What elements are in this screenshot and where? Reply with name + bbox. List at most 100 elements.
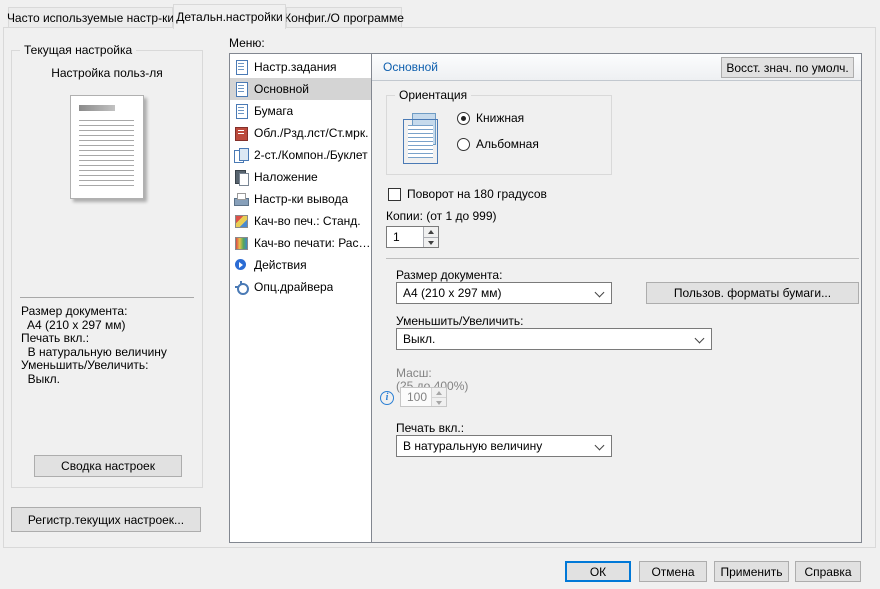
scale-stepper: 100 [400, 387, 447, 407]
menu-item-basic[interactable]: Основной [230, 78, 371, 100]
radio-button-icon[interactable] [457, 112, 470, 125]
checkbox-icon[interactable] [388, 188, 401, 201]
document-size-value: A4 (210 x 297 мм) [397, 286, 591, 300]
current-settings-group-title: Текущая настройка [20, 43, 136, 57]
basic-settings-panel: Основной Восст. знач. по умолч. Ориентац… [372, 54, 861, 542]
document-size-combobox[interactable]: A4 (210 x 297 мм) [396, 282, 612, 304]
cancel-button[interactable]: Отмена [639, 561, 707, 582]
chevron-down-icon[interactable] [591, 283, 611, 303]
settings-summary: Размер документа: A4 (210 x 297 мм) Печа… [21, 305, 198, 386]
print-on-label: Печать вкл.: [396, 421, 464, 435]
orientation-landscape-radio[interactable]: Альбомная [457, 137, 539, 151]
menu-item-label: 2-ст./Компон./Буклет [254, 148, 368, 162]
paper-icon [234, 104, 248, 118]
rotate-180-checkbox-row[interactable]: Поворот на 180 градусов [388, 187, 547, 201]
scale-label: Масш: [396, 366, 432, 380]
actions-icon [234, 258, 248, 272]
tab-frequently-used-settings[interactable]: Часто используемые настр-ки [8, 7, 173, 28]
settings-summary-button[interactable]: Сводка настроек [34, 455, 182, 477]
copies-stepper[interactable]: 1 [386, 226, 439, 248]
duplex-layout-icon [234, 148, 248, 162]
overlay-icon [234, 170, 248, 184]
radio-button-icon[interactable] [457, 138, 470, 151]
orientation-landscape-label: Альбомная [476, 137, 539, 151]
menu-item-label: Действия [254, 258, 307, 272]
scale-value: 100 [401, 388, 431, 406]
panel-title: Основной [383, 54, 438, 80]
menu-item-job-settings[interactable]: Настр.задания [230, 56, 371, 78]
printing-preferences-dialog: Часто используемые настр-ки Детальн.наст… [0, 0, 880, 589]
rotate-180-label: Поворот на 180 градусов [407, 187, 547, 201]
reduce-enlarge-combobox[interactable]: Выкл. [396, 328, 712, 350]
orientation-portrait-radio[interactable]: Книжная [457, 111, 524, 125]
summary-divider [20, 297, 194, 298]
detailed-settings-page: Текущая настройка Настройка польз-ля Раз… [3, 27, 876, 548]
register-current-settings-button[interactable]: Регистр.текущих настроек... [11, 507, 201, 532]
menu-item-output-settings[interactable]: Настр-ки вывода [230, 188, 371, 210]
menu-item-label: Опц.драйвера [254, 280, 333, 294]
restore-defaults-button[interactable]: Восст. знач. по умолч. [721, 57, 854, 78]
current-settings-group: Текущая настройка Настройка польз-ля Раз… [11, 50, 203, 488]
reduce-enlarge-label: Уменьшить/Увеличить: [396, 314, 524, 328]
menu-item-cover-separator[interactable]: Обл./Рзд.лст/Ст.мрк. [230, 122, 371, 144]
copies-increment-button[interactable] [424, 227, 438, 238]
copies-label: Копии: (от 1 до 999) [386, 209, 497, 223]
summary-line: A4 (210 x 297 мм) [21, 319, 198, 333]
orientation-portrait-label: Книжная [476, 111, 524, 125]
orientation-group: Ориентация Книжная Альбомная [386, 95, 612, 175]
tab-detailed-settings[interactable]: Детальн.настройки [173, 4, 286, 29]
menu-item-label: Кач-во печ.: Станд. [254, 214, 361, 228]
summary-line: Выкл. [21, 373, 198, 387]
settings-main-area: Настр.задания Основной Бумага Обл./Рзд.л… [229, 53, 862, 543]
portrait-document-icon [403, 113, 439, 155]
menu-item-label: Наложение [254, 170, 318, 184]
menu-item-label: Кач-во печати: Расш. [254, 236, 371, 250]
menu-label: Меню: [229, 36, 265, 50]
document-preview-text-lines [79, 120, 134, 186]
menu-item-duplex-layout[interactable]: 2-ст./Компон./Буклет [230, 144, 371, 166]
menu-item-label: Основной [254, 82, 309, 96]
reduce-enlarge-value: Выкл. [397, 332, 691, 346]
info-icon [380, 391, 394, 405]
document-size-label: Размер документа: [396, 268, 502, 282]
basic-icon [234, 82, 248, 96]
copies-decrement-button[interactable] [424, 238, 438, 248]
output-settings-icon [234, 192, 248, 206]
menu-item-driver-options[interactable]: Опц.драйвера [230, 276, 371, 298]
scale-increment-button [432, 388, 446, 398]
print-on-value: В натуральную величину [397, 439, 591, 453]
summary-line: В натуральную величину [21, 346, 198, 360]
settings-menu-list: Настр.задания Основной Бумага Обл./Рзд.л… [230, 54, 372, 542]
cover-separator-icon [234, 126, 248, 140]
panel-header: Основной Восст. знач. по умолч. [372, 54, 861, 81]
print-quality-standard-icon [234, 214, 248, 228]
apply-button[interactable]: Применить [714, 561, 789, 582]
summary-line: Уменьшить/Увеличить: [21, 359, 198, 373]
menu-item-print-quality-extended[interactable]: Кач-во печати: Расш. [230, 232, 371, 254]
document-preview-header-block [79, 105, 115, 111]
summary-line: Размер документа: [21, 305, 198, 319]
orientation-group-title: Ориентация [395, 88, 471, 102]
menu-item-overlay[interactable]: Наложение [230, 166, 371, 188]
scale-spin-buttons [431, 388, 446, 406]
menu-item-label: Бумага [254, 104, 293, 118]
menu-item-label: Обл./Рзд.лст/Ст.мрк. [254, 126, 368, 140]
chevron-down-icon[interactable] [591, 436, 611, 456]
menu-item-paper[interactable]: Бумага [230, 100, 371, 122]
help-button[interactable]: Справка [795, 561, 861, 582]
section-divider [386, 258, 859, 259]
menu-item-actions[interactable]: Действия [230, 254, 371, 276]
print-quality-extended-icon [234, 236, 248, 250]
ok-button[interactable]: ОК [565, 561, 631, 582]
custom-paper-sizes-button[interactable]: Пользов. форматы бумаги... [646, 282, 859, 304]
menu-item-print-quality-standard[interactable]: Кач-во печ.: Станд. [230, 210, 371, 232]
copies-spin-buttons [423, 227, 438, 247]
scale-decrement-button [432, 398, 446, 407]
job-settings-icon [234, 60, 248, 74]
print-on-combobox[interactable]: В натуральную величину [396, 435, 612, 457]
copies-value[interactable]: 1 [387, 227, 423, 247]
chevron-down-icon[interactable] [691, 329, 711, 349]
tab-configuration-about[interactable]: Конфиг./О программе [286, 7, 402, 28]
user-setting-label: Настройка польз-ля [12, 66, 202, 80]
menu-item-label: Настр.задания [254, 60, 337, 74]
